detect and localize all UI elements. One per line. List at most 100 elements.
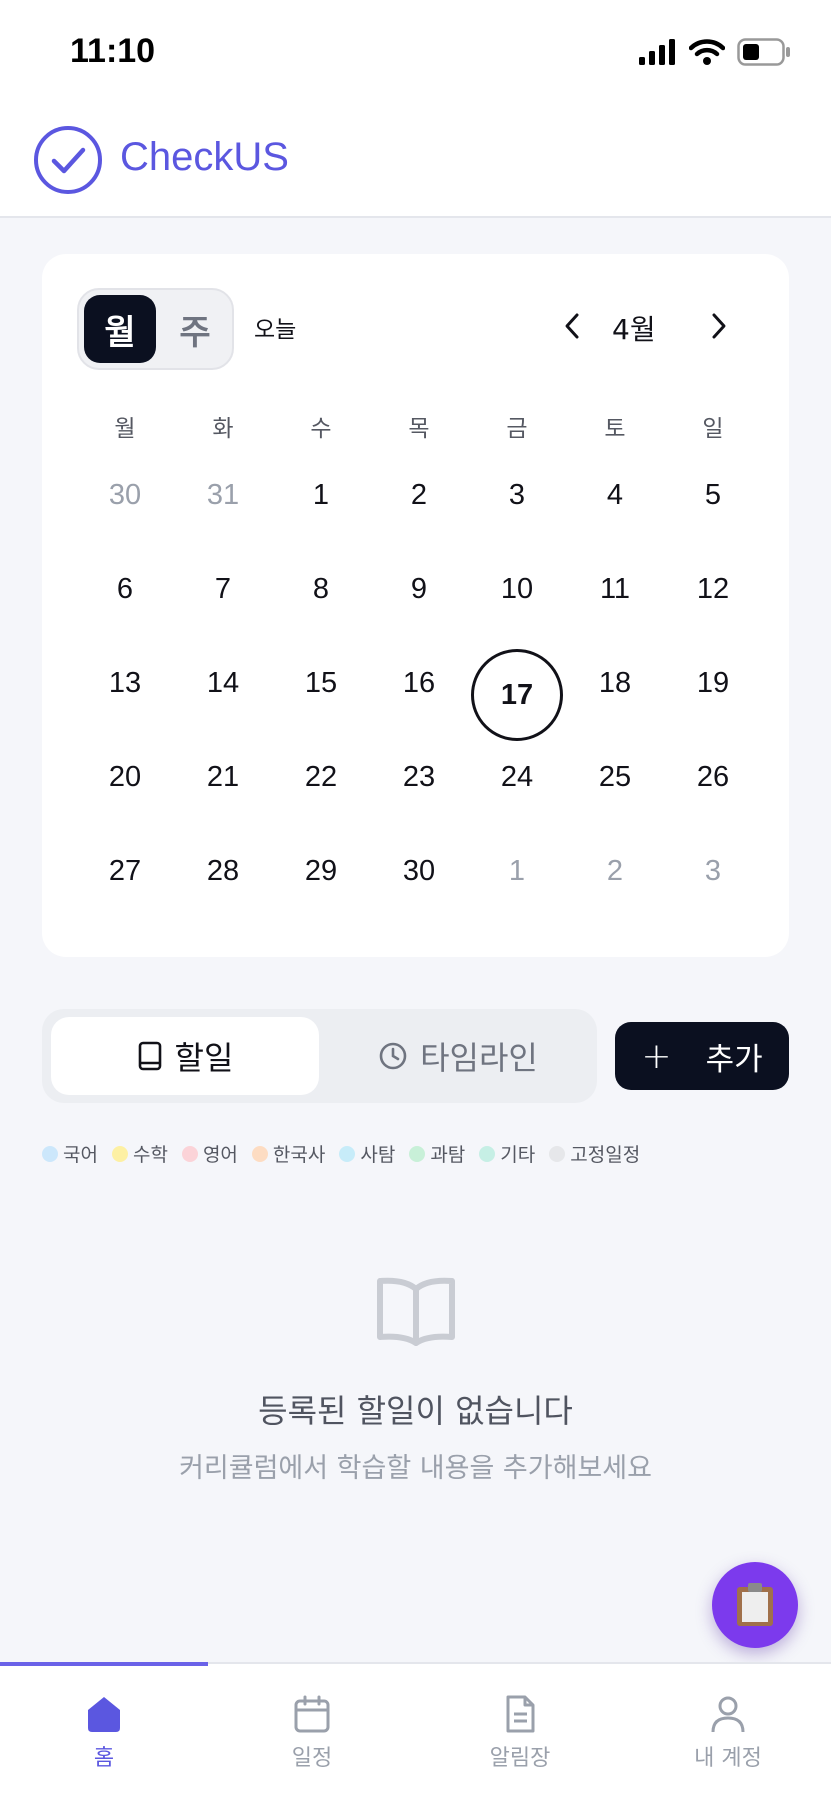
- calendar-day[interactable]: 23: [370, 747, 468, 807]
- calendar-day[interactable]: 3: [664, 841, 762, 901]
- calendar-day[interactable]: 20: [76, 747, 174, 807]
- clipboard-icon: [737, 1583, 773, 1626]
- calendar-day[interactable]: 30: [370, 841, 468, 901]
- calendar-day-number: 27: [108, 854, 142, 887]
- legend-label: 과탐: [430, 1144, 466, 1166]
- calendar-day[interactable]: 31: [174, 465, 272, 525]
- calendar-day[interactable]: 12: [664, 559, 762, 619]
- legend-item: 고정일정: [549, 1140, 640, 1167]
- calendar-day[interactable]: 2: [370, 465, 468, 525]
- calendar-day[interactable]: 11: [566, 559, 664, 619]
- bottom-navigation: 홈 일정 알림장 내 계정: [0, 1662, 831, 1800]
- calendar-day[interactable]: 22: [272, 747, 370, 807]
- nav-account-label: 내 계정: [694, 1746, 762, 1771]
- calendar-day-number: 15: [304, 666, 338, 699]
- legend-item: 한국사: [251, 1140, 326, 1167]
- calendar-day[interactable]: 27: [76, 841, 174, 901]
- calendar-day[interactable]: 5: [664, 465, 762, 525]
- weekday-label: 월: [114, 416, 136, 442]
- calendar-day[interactable]: 6: [76, 559, 174, 619]
- calendar-day-number: 7: [214, 572, 232, 605]
- tab-todo[interactable]: 할일: [51, 1017, 319, 1095]
- calendar-day[interactable]: 10: [468, 559, 566, 619]
- calendar-day-number: 2: [606, 854, 624, 887]
- prev-month-button[interactable]: [555, 309, 589, 343]
- calendar-day[interactable]: 13: [76, 653, 174, 713]
- calendar-day[interactable]: 9: [370, 559, 468, 619]
- battery-icon: [737, 38, 790, 66]
- calendar-day-number: 4: [606, 478, 624, 511]
- week-view-button[interactable]: 주: [159, 295, 231, 363]
- today-button[interactable]: 오늘: [254, 310, 296, 344]
- calendar-day[interactable]: 2: [566, 841, 664, 901]
- legend-item: 국어: [42, 1140, 98, 1167]
- calendar-day[interactable]: 19: [664, 653, 762, 713]
- calendar-day-number: 19: [696, 666, 730, 699]
- subject-legend: 국어 수학 영어 한국사 사탐 과탐 기타 고정일정: [42, 1140, 640, 1167]
- calendar-day[interactable]: 1: [272, 465, 370, 525]
- calendar-day-number: 5: [704, 478, 722, 511]
- calendar-day[interactable]: 16: [370, 653, 468, 713]
- legend-label: 기타: [500, 1144, 536, 1166]
- calendar-day-number: 8: [312, 572, 330, 605]
- home-icon: [88, 1697, 120, 1732]
- calendar-day-number: 2: [410, 478, 428, 511]
- calendar-day[interactable]: 28: [174, 841, 272, 901]
- calendar-day[interactable]: 1: [468, 841, 566, 901]
- calendar-day-number: 3: [704, 854, 722, 887]
- app-title: CheckUS: [120, 135, 289, 179]
- status-time: 11:10: [70, 32, 156, 70]
- nav-schedule[interactable]: 일정: [208, 1694, 416, 1784]
- clipboard-fab-button[interactable]: [712, 1562, 798, 1648]
- weekday-row: 월 화 수 목 금 토 일: [76, 409, 766, 449]
- calendar-day-number: 3: [508, 478, 526, 511]
- legend-dot: [409, 1145, 426, 1162]
- calendar-day-number: 23: [402, 760, 436, 793]
- calendar-day[interactable]: 24: [468, 747, 566, 807]
- calendar-day-number: 17: [471, 649, 563, 741]
- calendar-day[interactable]: 21: [174, 747, 272, 807]
- legend-dot: [111, 1145, 128, 1162]
- nav-account[interactable]: 내 계정: [624, 1694, 831, 1784]
- legend-label: 한국사: [272, 1144, 326, 1166]
- calendar-day[interactable]: 18: [566, 653, 664, 713]
- legend-item: 기타: [479, 1140, 535, 1167]
- legend-item: 과탐: [409, 1140, 465, 1167]
- calendar-day[interactable]: 29: [272, 841, 370, 901]
- view-toggle: 월 주: [77, 288, 234, 370]
- calendar-day-number: 22: [304, 760, 338, 793]
- calendar-day[interactable]: 7: [174, 559, 272, 619]
- calendar-day[interactable]: 15: [272, 653, 370, 713]
- legend-label: 수학: [132, 1144, 168, 1166]
- calendar-day[interactable]: 4: [566, 465, 664, 525]
- calendar-day-number: 1: [312, 478, 330, 511]
- calendar-day-number: 25: [598, 760, 632, 793]
- weekday-label: 수: [310, 416, 332, 442]
- nav-notice[interactable]: 알림장: [416, 1694, 624, 1784]
- calendar-day[interactable]: 3: [468, 465, 566, 525]
- calendar-day-today[interactable]: 17: [468, 649, 566, 741]
- legend-dot: [479, 1145, 496, 1162]
- weekday-label: 목: [408, 416, 430, 442]
- calendar-day-number: 28: [206, 854, 240, 887]
- add-task-button[interactable]: + 추가: [615, 1022, 789, 1090]
- calendar-day[interactable]: 25: [566, 747, 664, 807]
- legend-label: 고정일정: [570, 1144, 641, 1166]
- legend-dot: [181, 1145, 198, 1162]
- next-month-button[interactable]: [702, 309, 736, 343]
- nav-home[interactable]: 홈: [0, 1694, 208, 1784]
- calendar-day[interactable]: 14: [174, 653, 272, 713]
- calendar-day[interactable]: 8: [272, 559, 370, 619]
- wifi-icon: [689, 39, 725, 65]
- nav-schedule-label: 일정: [291, 1746, 333, 1771]
- legend-label: 영어: [202, 1144, 238, 1166]
- month-label: 4월: [612, 313, 656, 346]
- add-task-label: 추가: [705, 1041, 763, 1078]
- calendar-day[interactable]: 30: [76, 465, 174, 525]
- calendar-day[interactable]: 26: [664, 747, 762, 807]
- month-view-button[interactable]: 월: [84, 295, 156, 363]
- calendar-icon: [294, 1695, 330, 1733]
- legend-item: 영어: [181, 1140, 238, 1167]
- nav-notice-label: 알림장: [489, 1746, 551, 1771]
- tab-timeline[interactable]: 타임라인: [327, 1017, 589, 1095]
